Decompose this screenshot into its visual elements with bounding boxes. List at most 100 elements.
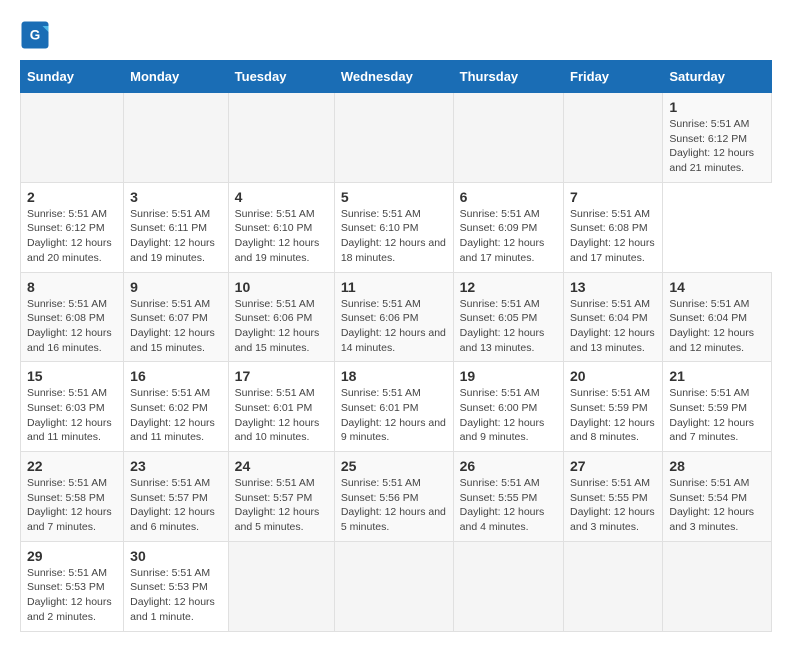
day-number: 21 bbox=[669, 368, 765, 384]
day-number: 9 bbox=[130, 279, 222, 295]
calendar-header-row: SundayMondayTuesdayWednesdayThursdayFrid… bbox=[21, 61, 772, 93]
day-cell-24: 24 Sunrise: 5:51 AMSunset: 5:57 PMDaylig… bbox=[228, 452, 334, 542]
calendar-week-1: 1 Sunrise: 5:51 AMSunset: 6:12 PMDayligh… bbox=[21, 93, 772, 183]
day-cell-29: 29 Sunrise: 5:51 AMSunset: 5:53 PMDaylig… bbox=[21, 541, 124, 631]
day-detail: Sunrise: 5:51 AMSunset: 5:55 PMDaylight:… bbox=[460, 476, 557, 535]
day-detail: Sunrise: 5:51 AMSunset: 6:08 PMDaylight:… bbox=[27, 297, 117, 356]
day-number: 15 bbox=[27, 368, 117, 384]
day-number: 29 bbox=[27, 548, 117, 564]
day-detail: Sunrise: 5:51 AMSunset: 6:12 PMDaylight:… bbox=[27, 207, 117, 266]
day-cell-20: 20 Sunrise: 5:51 AMSunset: 5:59 PMDaylig… bbox=[564, 362, 663, 452]
header-friday: Friday bbox=[564, 61, 663, 93]
day-detail: Sunrise: 5:51 AMSunset: 6:05 PMDaylight:… bbox=[460, 297, 557, 356]
day-number: 1 bbox=[669, 99, 765, 115]
calendar-week-6: 29 Sunrise: 5:51 AMSunset: 5:53 PMDaylig… bbox=[21, 541, 772, 631]
day-detail: Sunrise: 5:51 AMSunset: 6:00 PMDaylight:… bbox=[460, 386, 557, 445]
day-detail: Sunrise: 5:51 AMSunset: 6:11 PMDaylight:… bbox=[130, 207, 222, 266]
empty-cell bbox=[228, 541, 334, 631]
day-number: 13 bbox=[570, 279, 656, 295]
empty-cell bbox=[21, 93, 124, 183]
day-detail: Sunrise: 5:51 AMSunset: 6:06 PMDaylight:… bbox=[235, 297, 328, 356]
day-number: 14 bbox=[669, 279, 765, 295]
day-cell-2: 2 Sunrise: 5:51 AMSunset: 6:12 PMDayligh… bbox=[21, 182, 124, 272]
header-saturday: Saturday bbox=[663, 61, 772, 93]
day-detail: Sunrise: 5:51 AMSunset: 6:10 PMDaylight:… bbox=[341, 207, 447, 266]
day-cell-22: 22 Sunrise: 5:51 AMSunset: 5:58 PMDaylig… bbox=[21, 452, 124, 542]
day-number: 4 bbox=[235, 189, 328, 205]
header-thursday: Thursday bbox=[453, 61, 563, 93]
day-number: 25 bbox=[341, 458, 447, 474]
day-cell-25: 25 Sunrise: 5:51 AMSunset: 5:56 PMDaylig… bbox=[334, 452, 453, 542]
day-cell-8: 8 Sunrise: 5:51 AMSunset: 6:08 PMDayligh… bbox=[21, 272, 124, 362]
empty-cell bbox=[124, 93, 229, 183]
day-number: 12 bbox=[460, 279, 557, 295]
day-cell-15: 15 Sunrise: 5:51 AMSunset: 6:03 PMDaylig… bbox=[21, 362, 124, 452]
day-detail: Sunrise: 5:51 AMSunset: 5:54 PMDaylight:… bbox=[669, 476, 765, 535]
day-number: 28 bbox=[669, 458, 765, 474]
calendar-week-2: 2 Sunrise: 5:51 AMSunset: 6:12 PMDayligh… bbox=[21, 182, 772, 272]
calendar-week-4: 15 Sunrise: 5:51 AMSunset: 6:03 PMDaylig… bbox=[21, 362, 772, 452]
day-detail: Sunrise: 5:51 AMSunset: 6:10 PMDaylight:… bbox=[235, 207, 328, 266]
day-cell-23: 23 Sunrise: 5:51 AMSunset: 5:57 PMDaylig… bbox=[124, 452, 229, 542]
header-tuesday: Tuesday bbox=[228, 61, 334, 93]
logo-icon: G bbox=[20, 20, 50, 50]
calendar-week-3: 8 Sunrise: 5:51 AMSunset: 6:08 PMDayligh… bbox=[21, 272, 772, 362]
day-detail: Sunrise: 5:51 AMSunset: 6:01 PMDaylight:… bbox=[341, 386, 447, 445]
day-number: 27 bbox=[570, 458, 656, 474]
day-detail: Sunrise: 5:51 AMSunset: 6:07 PMDaylight:… bbox=[130, 297, 222, 356]
day-detail: Sunrise: 5:51 AMSunset: 6:04 PMDaylight:… bbox=[570, 297, 656, 356]
day-detail: Sunrise: 5:51 AMSunset: 5:59 PMDaylight:… bbox=[669, 386, 765, 445]
day-detail: Sunrise: 5:51 AMSunset: 6:06 PMDaylight:… bbox=[341, 297, 447, 356]
calendar-week-5: 22 Sunrise: 5:51 AMSunset: 5:58 PMDaylig… bbox=[21, 452, 772, 542]
day-number: 6 bbox=[460, 189, 557, 205]
day-cell-26: 26 Sunrise: 5:51 AMSunset: 5:55 PMDaylig… bbox=[453, 452, 563, 542]
day-cell-28: 28 Sunrise: 5:51 AMSunset: 5:54 PMDaylig… bbox=[663, 452, 772, 542]
day-cell-9: 9 Sunrise: 5:51 AMSunset: 6:07 PMDayligh… bbox=[124, 272, 229, 362]
day-cell-11: 11 Sunrise: 5:51 AMSunset: 6:06 PMDaylig… bbox=[334, 272, 453, 362]
header-sunday: Sunday bbox=[21, 61, 124, 93]
day-cell-18: 18 Sunrise: 5:51 AMSunset: 6:01 PMDaylig… bbox=[334, 362, 453, 452]
day-detail: Sunrise: 5:51 AMSunset: 6:08 PMDaylight:… bbox=[570, 207, 656, 266]
day-number: 22 bbox=[27, 458, 117, 474]
day-number: 3 bbox=[130, 189, 222, 205]
day-number: 18 bbox=[341, 368, 447, 384]
day-detail: Sunrise: 5:51 AMSunset: 6:12 PMDaylight:… bbox=[669, 117, 765, 176]
day-cell-10: 10 Sunrise: 5:51 AMSunset: 6:06 PMDaylig… bbox=[228, 272, 334, 362]
day-cell-3: 3 Sunrise: 5:51 AMSunset: 6:11 PMDayligh… bbox=[124, 182, 229, 272]
day-detail: Sunrise: 5:51 AMSunset: 5:53 PMDaylight:… bbox=[130, 566, 222, 625]
logo: G bbox=[20, 20, 54, 50]
day-number: 19 bbox=[460, 368, 557, 384]
day-detail: Sunrise: 5:51 AMSunset: 6:03 PMDaylight:… bbox=[27, 386, 117, 445]
empty-cell bbox=[228, 93, 334, 183]
day-cell-13: 13 Sunrise: 5:51 AMSunset: 6:04 PMDaylig… bbox=[564, 272, 663, 362]
day-detail: Sunrise: 5:51 AMSunset: 5:58 PMDaylight:… bbox=[27, 476, 117, 535]
day-cell-12: 12 Sunrise: 5:51 AMSunset: 6:05 PMDaylig… bbox=[453, 272, 563, 362]
empty-cell bbox=[453, 93, 563, 183]
day-detail: Sunrise: 5:51 AMSunset: 6:02 PMDaylight:… bbox=[130, 386, 222, 445]
day-detail: Sunrise: 5:51 AMSunset: 5:56 PMDaylight:… bbox=[341, 476, 447, 535]
day-detail: Sunrise: 5:51 AMSunset: 6:01 PMDaylight:… bbox=[235, 386, 328, 445]
day-number: 26 bbox=[460, 458, 557, 474]
day-number: 2 bbox=[27, 189, 117, 205]
header-monday: Monday bbox=[124, 61, 229, 93]
day-cell-19: 19 Sunrise: 5:51 AMSunset: 6:00 PMDaylig… bbox=[453, 362, 563, 452]
day-number: 16 bbox=[130, 368, 222, 384]
empty-cell bbox=[564, 93, 663, 183]
day-detail: Sunrise: 5:51 AMSunset: 5:57 PMDaylight:… bbox=[130, 476, 222, 535]
day-cell-30: 30 Sunrise: 5:51 AMSunset: 5:53 PMDaylig… bbox=[124, 541, 229, 631]
day-number: 20 bbox=[570, 368, 656, 384]
day-detail: Sunrise: 5:51 AMSunset: 6:09 PMDaylight:… bbox=[460, 207, 557, 266]
day-number: 23 bbox=[130, 458, 222, 474]
empty-cell bbox=[453, 541, 563, 631]
day-number: 5 bbox=[341, 189, 447, 205]
empty-cell bbox=[564, 541, 663, 631]
day-number: 24 bbox=[235, 458, 328, 474]
day-detail: Sunrise: 5:51 AMSunset: 6:04 PMDaylight:… bbox=[669, 297, 765, 356]
day-detail: Sunrise: 5:51 AMSunset: 5:55 PMDaylight:… bbox=[570, 476, 656, 535]
empty-cell bbox=[663, 541, 772, 631]
day-cell-21: 21 Sunrise: 5:51 AMSunset: 5:59 PMDaylig… bbox=[663, 362, 772, 452]
day-detail: Sunrise: 5:51 AMSunset: 5:57 PMDaylight:… bbox=[235, 476, 328, 535]
page-header: G bbox=[20, 20, 772, 50]
day-number: 7 bbox=[570, 189, 656, 205]
day-cell-17: 17 Sunrise: 5:51 AMSunset: 6:01 PMDaylig… bbox=[228, 362, 334, 452]
